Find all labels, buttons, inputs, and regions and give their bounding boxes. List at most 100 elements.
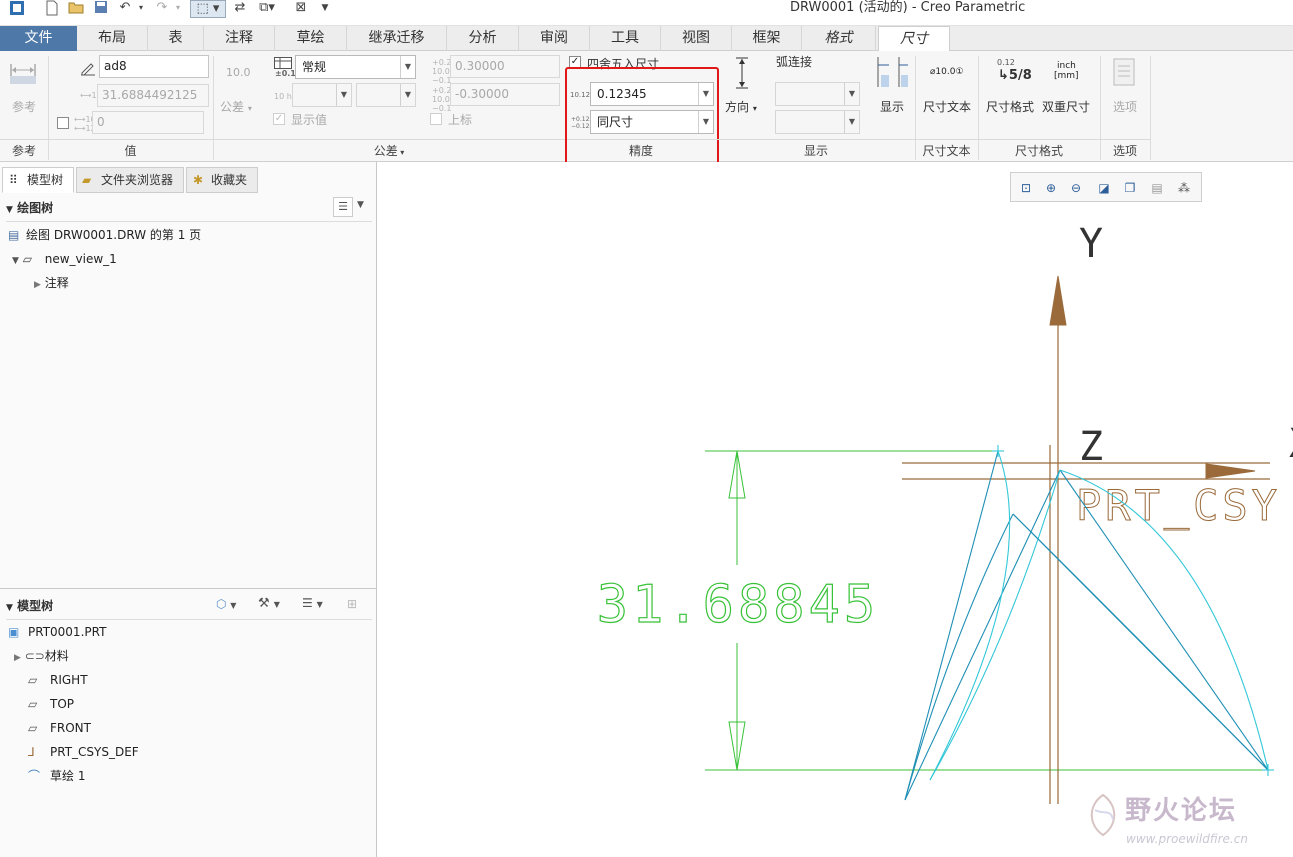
tab-layout[interactable]: 布局 — [77, 26, 148, 51]
tree-settings-icon[interactable]: ☰ — [333, 197, 353, 217]
reference-icon[interactable] — [8, 58, 40, 90]
undo-dropdown-icon[interactable]: ▾ — [136, 0, 146, 18]
tab-favorites-label: 收藏夹 — [211, 173, 248, 187]
undo-icon[interactable]: ↶ — [116, 0, 134, 18]
dimension-name-input[interactable]: ad8 — [99, 55, 209, 78]
tab-table[interactable]: 表 — [148, 26, 204, 51]
tab-model-tree[interactable]: ⠿ 模型树 — [2, 167, 74, 193]
model-tree-title: 模型树 — [17, 599, 54, 613]
y-axis-arrow — [1049, 275, 1067, 326]
lower-tolerance-input[interactable]: -0.30000 — [450, 83, 560, 106]
sketch-icon: ⌒ — [28, 769, 41, 783]
watermark-logo-icon — [1083, 790, 1123, 840]
tab-folder-browser[interactable]: ▰ 文件夹浏览器 — [76, 167, 184, 193]
tree-item-new-view[interactable]: ▼ ▱ new_view_1 — [12, 249, 117, 269]
divider — [6, 221, 372, 222]
datum-plane-icon: ▱ — [28, 721, 38, 735]
datum-plane-icon: ▱ — [28, 673, 38, 687]
tree-item-part[interactable]: ▣ PRT0001.PRT — [8, 622, 106, 642]
coordinate-system-icon: ⅃ — [28, 745, 35, 759]
dual-dimension-icon-top: inch — [1057, 61, 1076, 71]
tab-frame[interactable]: 框架 — [732, 26, 802, 51]
tree-item-material[interactable]: ▶ ⊂⊃材料 — [14, 646, 69, 666]
windows-icon[interactable]: ⧉▾ — [254, 0, 280, 18]
superscript-checkbox[interactable] — [430, 113, 442, 125]
tab-dimension[interactable]: 尺寸 — [878, 26, 950, 52]
witness-line-icon — [875, 55, 909, 89]
arc-join-label: 弧连接 — [776, 55, 813, 69]
tab-sketch[interactable]: 草绘 — [275, 26, 347, 51]
close-window-icon[interactable]: ⊠ — [293, 0, 309, 18]
arc-join-dropdown-2[interactable]: ▼ — [775, 110, 860, 134]
tab-review[interactable]: 审阅 — [519, 26, 590, 51]
open-folder-icon[interactable] — [68, 0, 84, 18]
dimension-text-button[interactable]: 尺寸文本 — [923, 98, 971, 115]
show-icon[interactable]: ⬡ ▼ — [216, 597, 236, 611]
show-value-checkbox[interactable]: ✓ — [273, 113, 285, 125]
dimension-name-icon — [79, 58, 97, 76]
save-icon[interactable] — [93, 0, 109, 18]
fit-class-dropdown-1[interactable]: ▼ — [292, 83, 352, 107]
override-value-checkbox[interactable] — [57, 117, 69, 129]
customize-toolbar-icon[interactable]: ▼ — [318, 0, 332, 18]
dimension-format-button[interactable]: 尺寸格式 — [986, 98, 1034, 115]
nominal-value-input[interactable]: 31.6884492125 — [97, 84, 209, 107]
title-bar: ↶ ▾ ↷ ▾ ⬚ ▾ ⇄ ⧉▾ ⊠ ▼ DRW0001 (活动的) - Cre… — [0, 0, 1293, 26]
tab-format[interactable]: 格式 — [802, 26, 876, 51]
new-file-icon[interactable] — [44, 0, 60, 18]
chevron-down-icon[interactable]: ▼ — [357, 200, 364, 210]
app-icon[interactable] — [8, 0, 26, 18]
show-button[interactable]: 显示 — [880, 98, 904, 115]
tab-view[interactable]: 视图 — [661, 26, 732, 51]
tools-icon[interactable]: ⚒ ▼ — [258, 596, 280, 611]
front-plane-label: FRONT — [50, 721, 91, 735]
override-value-input[interactable]: 0 — [92, 111, 204, 134]
redo-icon[interactable]: ↷ — [153, 0, 171, 18]
fit-class-dropdown-2[interactable]: ▼ — [356, 83, 416, 107]
dimension-value-text[interactable]: 31.68845 — [596, 574, 879, 635]
tree-item-top-plane[interactable]: ▱ TOP — [28, 694, 74, 714]
select-box-icon[interactable]: ⬚ ▾ — [190, 0, 226, 18]
chevron-down-icon: ▼ — [400, 84, 415, 106]
arc-join-dropdown-1[interactable]: ▼ — [775, 82, 860, 106]
reference-button[interactable]: 参考 — [12, 98, 36, 115]
tab-analysis[interactable]: 分析 — [447, 26, 519, 51]
tree-item-csys[interactable]: ⅃ PRT_CSYS_DEF — [28, 742, 139, 762]
display-group-label: 显示 — [717, 139, 915, 161]
tolerance-table-dropdown[interactable]: 常规 ▼ — [295, 55, 416, 79]
filter-icon[interactable]: ⊞ — [347, 597, 357, 611]
drawing-tree-header[interactable]: ▼ 绘图树 — [6, 198, 53, 218]
window-title: DRW0001 (活动的) - Creo Parametric — [790, 0, 1026, 15]
regenerate-icon[interactable]: ⇄ — [231, 0, 249, 18]
show-value-label: 显示值 — [291, 113, 328, 127]
tolerance-group-label[interactable]: 公差 ▾ — [213, 139, 565, 161]
model-tree-header[interactable]: ▼ 模型树 — [6, 596, 53, 616]
direction-button[interactable]: 方向 ▾ — [725, 98, 757, 115]
tab-annotate[interactable]: 注释 — [204, 26, 275, 51]
drawing-sheet-label: 绘图 DRW0001.DRW 的第 1 页 — [26, 228, 202, 242]
tree-item-right-plane[interactable]: ▱ RIGHT — [28, 670, 88, 690]
redo-dropdown-icon[interactable]: ▾ — [173, 0, 183, 18]
tree-item-sketch[interactable]: ⌒ 草绘 1 — [28, 766, 85, 786]
tolerance-table-value: 常规 — [302, 60, 327, 74]
settings-icon[interactable]: ☰ ▼ — [302, 596, 323, 610]
tree-item-front-plane[interactable]: ▱ FRONT — [28, 718, 91, 738]
sketch-label: 草绘 1 — [50, 769, 86, 783]
ribbon-tabs: 文件 布局 表 注释 草绘 继承迁移 分析 审阅 工具 视图 框架 格式 尺寸 — [0, 26, 1293, 52]
tab-favorites[interactable]: ✱ 收藏夹 — [186, 167, 258, 193]
tab-legacy-migration[interactable]: 继承迁移 — [347, 26, 447, 51]
chevron-down-icon: ▼ — [844, 111, 859, 133]
panel-splitter[interactable] — [0, 588, 377, 589]
x-axis-arrow — [1205, 463, 1256, 479]
options-button[interactable]: 选项 — [1113, 98, 1137, 115]
precision-highlight-box — [565, 67, 719, 166]
dual-dimension-button[interactable]: 双重尺寸 — [1042, 98, 1090, 115]
tree-item-drawing-sheet[interactable]: ▤ 绘图 DRW0001.DRW 的第 1 页 — [8, 225, 201, 245]
tab-file[interactable]: 文件 — [0, 26, 77, 51]
direction-label: 方向 — [725, 100, 750, 114]
tree-item-annotations[interactable]: ▶ 注释 — [34, 273, 69, 293]
upper-tolerance-input[interactable]: 0.30000 — [450, 55, 560, 78]
dimension-format-icon-bottom: 5/8 — [1008, 68, 1032, 83]
tolerance-button[interactable]: 公差 ▾ — [220, 98, 252, 115]
tab-tools[interactable]: 工具 — [590, 26, 661, 51]
